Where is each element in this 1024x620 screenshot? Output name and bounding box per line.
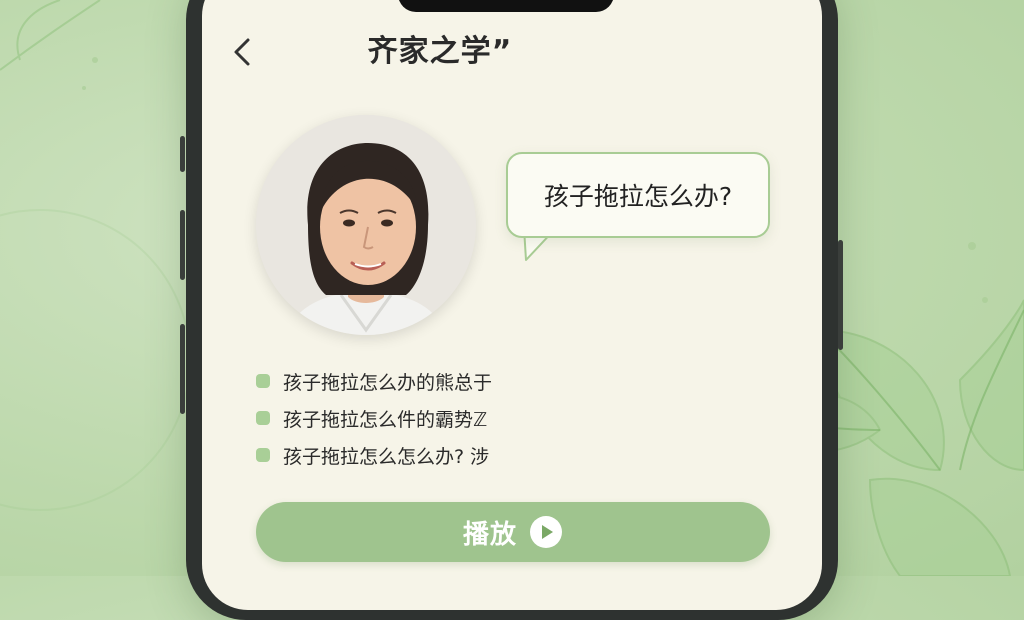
bullet-icon — [256, 374, 270, 388]
play-button-label: 播放 — [462, 519, 517, 550]
list-item[interactable]: 孩子拖拉怎么件的霸势ℤ — [256, 403, 487, 433]
phone-side-button — [180, 136, 185, 172]
speech-bubble-question: 孩子拖拉怎么办? — [543, 182, 733, 211]
list-item-label: 孩子拖拉怎么办的熊总于 — [283, 371, 493, 394]
play-button[interactable]: 播放 — [256, 502, 770, 562]
page-title: 齐家之学” — [367, 34, 513, 69]
play-circle-icon — [530, 516, 562, 548]
list-item[interactable]: 孩子拖拉怎么怎么办? 涉 — [256, 440, 489, 470]
phone-volume-up-button — [180, 210, 185, 280]
avatar — [256, 115, 476, 335]
bullet-icon — [256, 411, 270, 425]
list-item-label: 孩子拖拉怎么怎么办? 涉 — [283, 445, 490, 468]
chevron-left-icon[interactable] — [228, 36, 258, 68]
phone-volume-down-button — [180, 324, 185, 414]
phone-notch — [398, 0, 614, 12]
list-item[interactable]: 孩子拖拉怎么办的熊总于 — [256, 366, 492, 396]
phone-power-button — [838, 240, 843, 350]
bullet-icon — [256, 448, 270, 462]
list-item-label: 孩子拖拉怎么件的霸势ℤ — [283, 408, 488, 431]
speech-bubble: 孩子拖拉怎么办? — [506, 152, 770, 238]
woman-portrait-icon — [256, 115, 476, 335]
